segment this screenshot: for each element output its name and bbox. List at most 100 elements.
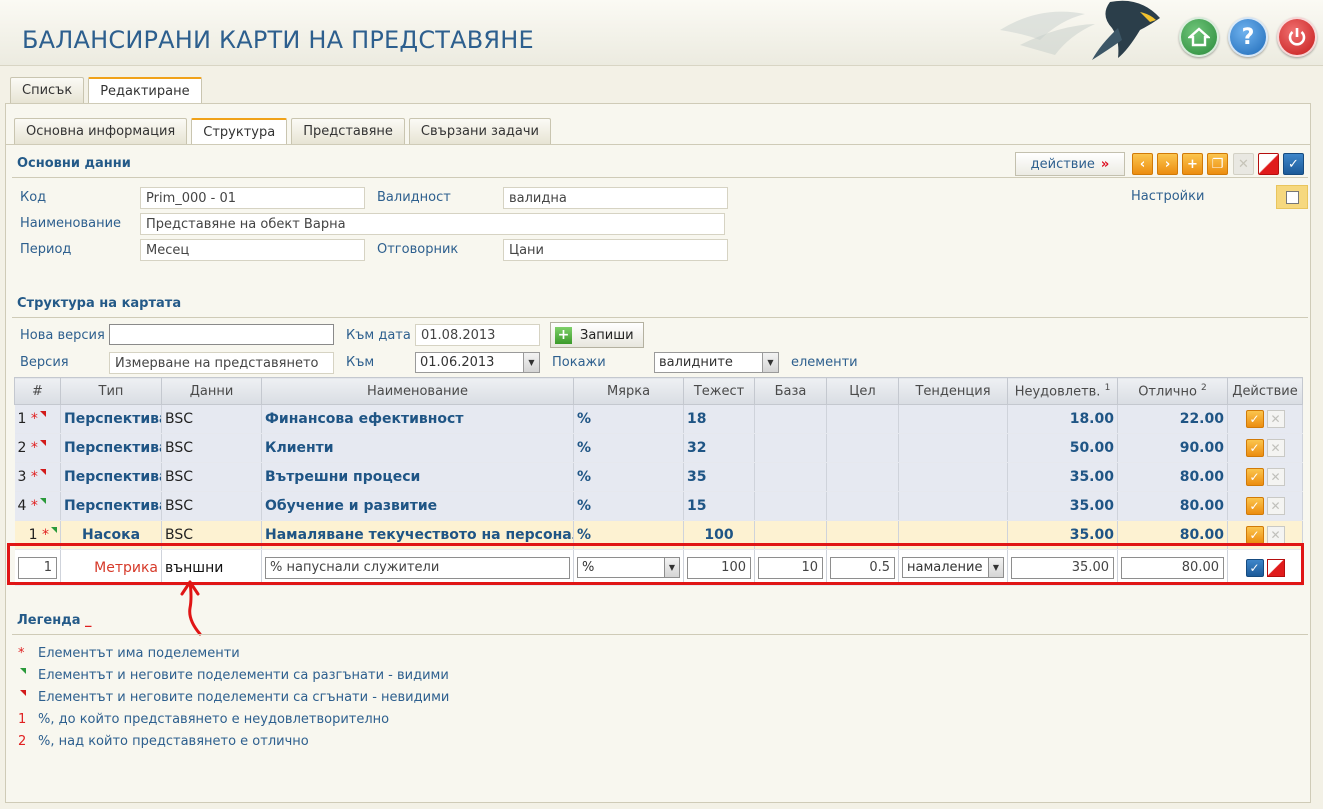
table-row[interactable]: 3 * Перспектива BSC Вътрешни процеси % 3… — [14, 462, 1303, 492]
validity-field[interactable]: валидна — [503, 187, 728, 209]
name-field[interactable]: Представяне на обект Варна — [140, 213, 725, 235]
row-unit: % — [573, 520, 684, 550]
row-target — [826, 462, 899, 492]
col-header-target[interactable]: Цел — [826, 377, 899, 405]
edit-unit-cell: % ▼ — [573, 549, 684, 586]
to-label: Към — [346, 355, 375, 370]
edit-unit-select[interactable]: % ▼ — [577, 557, 680, 578]
edit-num-input[interactable]: 1 — [17, 556, 57, 579]
table-row[interactable]: 1 * Насока BSC Намаляване текучеството н… — [14, 520, 1303, 550]
delete-icon[interactable]: ✕ — [1266, 468, 1285, 486]
delete-icon[interactable]: ✕ — [1266, 439, 1285, 457]
show-select[interactable]: валидните ▼ — [654, 352, 779, 373]
col-header-unit[interactable]: Мярка — [573, 377, 684, 405]
edit-base-input[interactable]: 10 — [758, 556, 823, 579]
next-button[interactable]: › — [1157, 153, 1178, 175]
col-header-type[interactable]: Тип — [60, 377, 162, 405]
col-header-excellent-label: Отлично — [1138, 384, 1197, 400]
delete-button[interactable]: ✕ — [1233, 153, 1254, 175]
edit-icon[interactable]: ✓ — [1245, 410, 1264, 428]
col-header-unsatisfactory[interactable]: Неудовлетв. 1 — [1007, 377, 1118, 405]
collapse-flag-icon[interactable] — [39, 440, 46, 446]
expand-flag-icon[interactable] — [51, 527, 57, 533]
col-header-data[interactable]: Данни — [161, 377, 262, 405]
power-button[interactable] — [1277, 17, 1317, 57]
owner-field[interactable]: Цани — [503, 239, 728, 261]
row-data: BSC — [161, 462, 262, 492]
code-field[interactable]: Prim_000 - 01 — [140, 187, 365, 209]
edit-exc-input[interactable]: 80.00 — [1121, 556, 1224, 579]
edit-target-input[interactable]: 0.5 — [830, 556, 895, 579]
expand-flag-icon[interactable] — [39, 498, 46, 504]
delete-icon[interactable]: ✕ — [1266, 526, 1285, 544]
col-header-name[interactable]: Наименование — [261, 377, 574, 405]
edit-trend-select[interactable]: намаление ▼ — [902, 557, 1004, 578]
to-date-field[interactable]: 01.08.2013 — [415, 324, 540, 346]
period-label: Период — [20, 242, 72, 257]
tab-structure[interactable]: Структура — [191, 118, 288, 145]
col-header-num[interactable]: # — [14, 377, 61, 405]
dropdown-arrow-icon: ▼ — [664, 558, 679, 577]
copy-button[interactable]: ❐ — [1207, 153, 1228, 175]
edit-icon[interactable]: ✓ — [1245, 526, 1264, 544]
help-button[interactable]: ? — [1228, 17, 1268, 57]
prev-button[interactable]: ‹ — [1132, 153, 1153, 175]
tab-basic-info[interactable]: Основна информация — [14, 118, 188, 144]
tab-edit[interactable]: Редактиране — [88, 77, 202, 104]
edit-name-input[interactable]: % напуснали служители — [265, 556, 570, 579]
tab-performance[interactable]: Представяне — [291, 118, 405, 144]
tab-list[interactable]: Списък — [10, 77, 85, 103]
row-actions: ✓ ✕ — [1227, 404, 1303, 434]
table-row[interactable]: 4 * Перспектива BSC Обучение и развитие … — [14, 491, 1303, 521]
structure-table: # Тип Данни Наименование Мярка Тежест Ба… — [14, 377, 1303, 586]
action-button[interactable]: действие » — [1015, 152, 1125, 176]
table-header-row: # Тип Данни Наименование Мярка Тежест Ба… — [14, 377, 1303, 405]
save-button[interactable]: + Запиши — [550, 322, 644, 348]
col-header-excellent[interactable]: Отлично 2 — [1117, 377, 1228, 405]
row-num: 2 * — [14, 433, 61, 463]
edit-unsat-input[interactable]: 35.00 — [1011, 556, 1114, 579]
edit-icon[interactable]: ✓ — [1245, 439, 1264, 457]
tab-related-tasks[interactable]: Свързани задачи — [408, 118, 551, 144]
table-row[interactable]: 1 * Перспектива BSC Финансова ефективнос… — [14, 404, 1303, 434]
home-button[interactable] — [1179, 17, 1219, 57]
row-num-value: 1 — [28, 527, 38, 543]
collapse-flag-icon[interactable] — [39, 411, 46, 417]
chevron-left-icon: ‹ — [1139, 156, 1146, 172]
settings-toggle[interactable] — [1276, 185, 1308, 209]
row-name[interactable]: Обучение и развитие — [261, 491, 574, 521]
cancel-button[interactable] — [1258, 153, 1279, 175]
row-name[interactable]: Клиенти — [261, 433, 574, 463]
collapse-flag-icon[interactable] — [39, 469, 46, 475]
to-date-select[interactable]: 01.06.2013 ▼ — [415, 352, 540, 373]
legend-collapse-toggle[interactable]: _ — [85, 613, 92, 628]
new-version-input[interactable] — [109, 324, 334, 345]
cancel-row-icon[interactable] — [1266, 558, 1285, 577]
add-button[interactable]: + — [1182, 153, 1203, 175]
edit-icon[interactable]: ✓ — [1245, 497, 1264, 515]
col-header-base[interactable]: База — [754, 377, 827, 405]
row-unit: % — [573, 491, 684, 521]
table-row[interactable]: 2 * Перспектива BSC Клиенти % 32 50.00 9… — [14, 433, 1303, 463]
edit-icon[interactable]: ✓ — [1245, 468, 1264, 486]
save-row-icon[interactable]: ✓ — [1245, 558, 1264, 577]
to-date-value: 01.06.2013 — [420, 355, 495, 370]
period-field[interactable]: Месец — [140, 239, 365, 261]
row-target — [826, 433, 899, 463]
row-name[interactable]: Финансова ефективност — [261, 404, 574, 434]
col-header-weight[interactable]: Тежест — [683, 377, 755, 405]
row-trend — [898, 462, 1008, 492]
delete-icon[interactable]: ✕ — [1266, 497, 1285, 515]
bird-logo — [1000, 0, 1160, 60]
confirm-button[interactable]: ✓ — [1283, 153, 1304, 175]
row-name[interactable]: Вътрешни процеси — [261, 462, 574, 492]
settings-checkbox[interactable] — [1286, 191, 1299, 204]
col-header-trend[interactable]: Тенденция — [898, 377, 1008, 405]
version-field[interactable]: Измерване на представянето — [109, 352, 334, 374]
row-name[interactable]: Намаляване текучеството на персонала — [261, 520, 574, 550]
edit-trend-value: намаление — [907, 560, 983, 575]
row-num: 1 * — [14, 520, 61, 550]
edit-weight-input[interactable]: 100 — [687, 556, 751, 579]
legend-item: 2 %, над който представянето е отлично — [18, 730, 449, 752]
delete-icon[interactable]: ✕ — [1266, 410, 1285, 428]
